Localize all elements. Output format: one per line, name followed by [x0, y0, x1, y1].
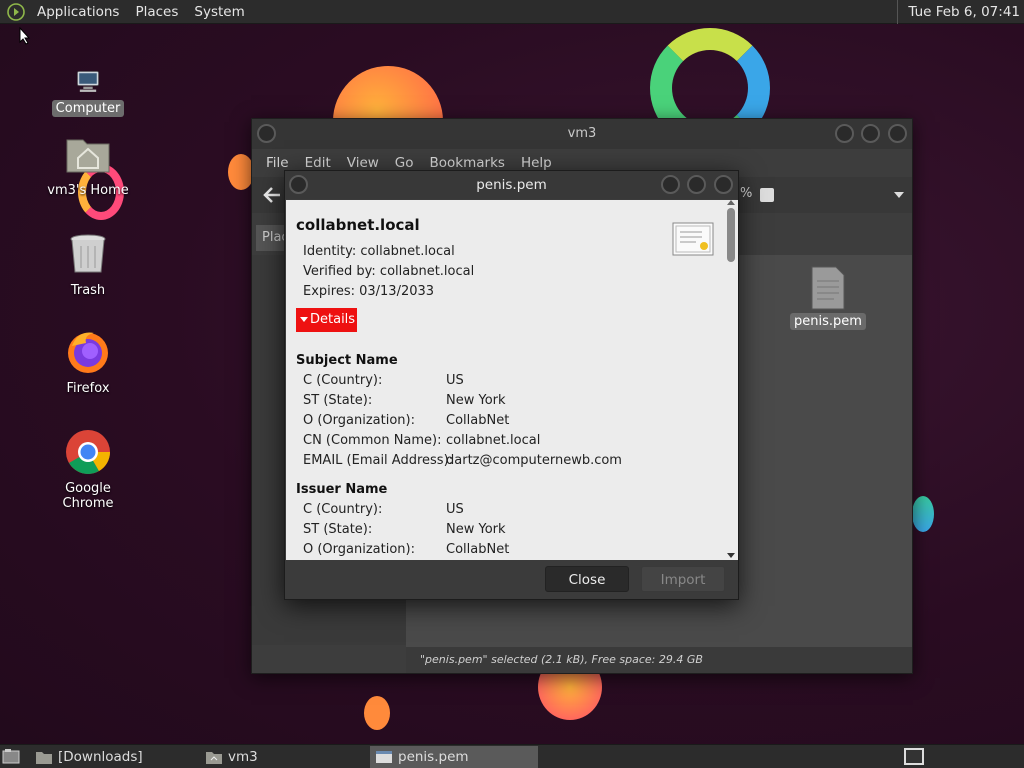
- desktop-icon-label: Trash: [70, 283, 106, 298]
- taskbar-item-penis-pem[interactable]: penis.pem: [370, 746, 538, 768]
- menu-applications[interactable]: Applications: [29, 4, 127, 20]
- import-button[interactable]: Import: [641, 566, 725, 592]
- taskbar-item-label: penis.pem: [398, 749, 469, 765]
- details-expander[interactable]: Details: [296, 308, 357, 332]
- field-key: ST (State):: [303, 393, 373, 408]
- close-window-button[interactable]: [714, 175, 733, 194]
- mouse-cursor-icon: [19, 27, 31, 45]
- close-button[interactable]: Close: [545, 566, 629, 592]
- desktop-icon-computer[interactable]: Computer: [40, 68, 136, 117]
- field-value: CollabNet: [446, 413, 510, 428]
- desktop-icon-firefox[interactable]: Firefox: [40, 328, 136, 397]
- issuer-name-heading: Issuer Name: [296, 482, 388, 497]
- bottom-panel: [Downloads] vm3 penis.pem: [0, 744, 1024, 768]
- field-value: New York: [446, 522, 506, 537]
- computer-icon: [77, 71, 99, 92]
- menu-places[interactable]: Places: [127, 4, 186, 20]
- expires-line: Expires: 03/13/2033: [303, 284, 435, 299]
- menu-view[interactable]: View: [339, 155, 387, 171]
- certificate-dialog: penis.pem collabnet.local Identity: coll…: [284, 170, 739, 600]
- decor-dot: [912, 496, 934, 532]
- subject-name-heading: Subject Name: [296, 353, 398, 368]
- field-value: dartz@computernewb.com: [446, 453, 622, 468]
- decor-dot: [364, 696, 390, 730]
- dialog-title: penis.pem: [476, 177, 547, 193]
- zoom-in-icon[interactable]: [760, 188, 774, 202]
- desktop-icon-chrome[interactable]: Google Chrome: [40, 428, 136, 512]
- close-window-button[interactable]: [888, 124, 907, 143]
- workspace-switcher[interactable]: [904, 748, 924, 765]
- desktop-icon-label: Computer: [51, 100, 125, 117]
- minimize-button[interactable]: [661, 175, 680, 194]
- home-folder-icon: [206, 752, 222, 764]
- folder-icon: [36, 752, 52, 764]
- document-file-icon: [811, 266, 845, 310]
- taskbar-item-label: vm3: [228, 749, 258, 765]
- scroll-up-icon[interactable]: [727, 200, 735, 205]
- taskbar-item-downloads[interactable]: [Downloads]: [30, 746, 198, 768]
- distro-logo-icon[interactable]: [7, 2, 25, 21]
- identity-line: Identity: collabnet.local: [303, 244, 455, 259]
- taskbar-item-label: [Downloads]: [58, 749, 143, 765]
- clock[interactable]: Tue Feb 6, 07:41: [897, 0, 1020, 24]
- file-item[interactable]: penis.pem: [788, 265, 868, 330]
- field-key: EMAIL (Email Address):: [303, 453, 454, 468]
- window-menu-button[interactable]: [257, 124, 276, 143]
- desktop-icon-label: vm3's Home: [47, 183, 129, 198]
- chevron-down-icon[interactable]: [894, 192, 904, 198]
- certificate-common-name: collabnet.local: [296, 216, 420, 234]
- menu-go[interactable]: Go: [387, 155, 422, 171]
- menu-help[interactable]: Help: [513, 155, 560, 171]
- field-key: C (Country):: [303, 502, 383, 517]
- menu-system[interactable]: System: [186, 4, 252, 20]
- back-arrow-icon[interactable]: [262, 186, 282, 204]
- certificate-details-pane[interactable]: collabnet.local Identity: collabnet.loca…: [286, 200, 724, 560]
- scrollbar-thumb[interactable]: [727, 208, 735, 262]
- maximize-button[interactable]: [687, 175, 706, 194]
- field-value: US: [446, 502, 464, 517]
- desktop-icon-home[interactable]: vm3's Home: [40, 130, 136, 199]
- file-manager-titlebar[interactable]: vm3: [252, 119, 912, 149]
- dialog-titlebar[interactable]: penis.pem: [285, 171, 738, 199]
- taskbar-item-vm3[interactable]: vm3: [200, 746, 368, 768]
- field-key: O (Organization):: [303, 413, 415, 428]
- home-folder-icon: [66, 139, 110, 173]
- field-key: O (Organization):: [303, 542, 415, 557]
- scrollbar[interactable]: [724, 200, 738, 560]
- chrome-icon: [66, 430, 110, 474]
- field-value: New York: [446, 393, 506, 408]
- file-item-label: penis.pem: [790, 313, 866, 330]
- desktop-icon-trash[interactable]: Trash: [40, 230, 136, 299]
- firefox-icon: [68, 332, 108, 373]
- top-panel: Applications Places System Tue Feb 6, 07…: [0, 0, 1024, 24]
- verified-by-line: Verified by: collabnet.local: [303, 264, 475, 279]
- minimize-button[interactable]: [835, 124, 854, 143]
- window-icon: [376, 751, 392, 763]
- desktop-icon-label: Firefox: [66, 381, 110, 396]
- field-value: US: [446, 373, 464, 388]
- desktop-icon-label: Google Chrome: [62, 481, 114, 511]
- menu-bookmarks[interactable]: Bookmarks: [422, 155, 513, 171]
- certificate-icon: [672, 222, 714, 256]
- trash-icon: [70, 234, 106, 273]
- menu-file[interactable]: File: [258, 155, 297, 171]
- field-key: ST (State):: [303, 522, 373, 537]
- field-value: collabnet.local: [446, 433, 541, 448]
- window-menu-button[interactable]: [289, 175, 308, 194]
- field-value: CollabNet: [446, 542, 510, 557]
- zoom-percent-icon: %: [740, 186, 753, 201]
- window-title: vm3: [567, 126, 597, 141]
- field-key: C (Country):: [303, 373, 383, 388]
- show-desktop-icon[interactable]: [2, 748, 20, 764]
- maximize-button[interactable]: [861, 124, 880, 143]
- field-key: CN (Common Name):: [303, 433, 442, 448]
- scroll-down-icon[interactable]: [727, 553, 735, 558]
- status-bar: "penis.pem" selected (2.1 kB), Free spac…: [406, 647, 912, 673]
- menu-edit[interactable]: Edit: [297, 155, 339, 171]
